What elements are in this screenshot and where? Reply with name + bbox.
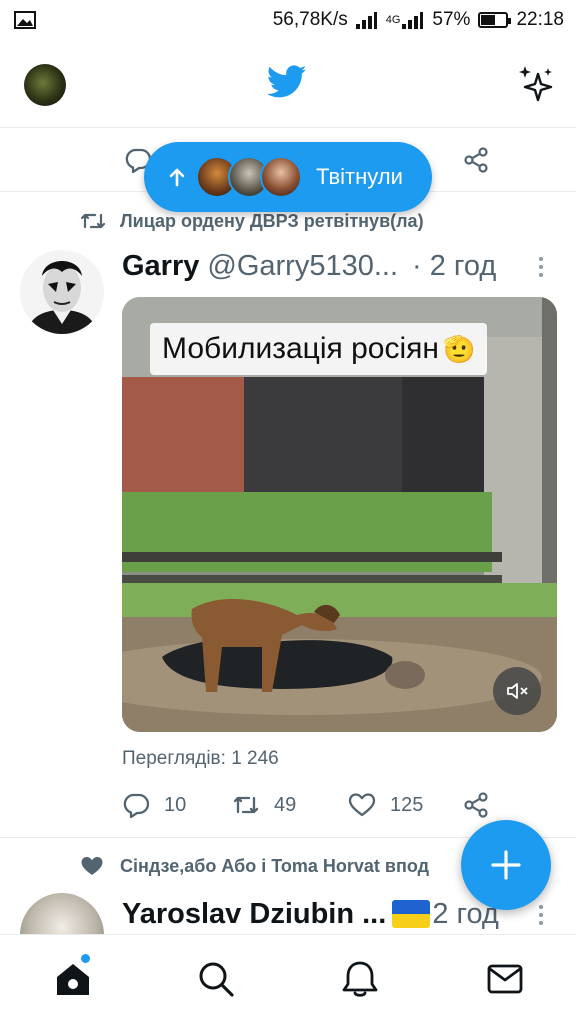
like-context-text: Сіндзе,або Або і Toma Horvat впод	[120, 855, 430, 876]
tweet-actions: 10 49 125	[122, 790, 562, 820]
heart-filled-icon	[81, 857, 103, 875]
mute-button[interactable]	[493, 667, 541, 715]
messages-envelope-icon[interactable]	[485, 959, 525, 999]
signal-4g-icon	[402, 12, 424, 29]
retweet-count: 49	[274, 793, 297, 816]
volume-muted-icon	[507, 683, 528, 699]
tweet-author-avatar[interactable]	[20, 250, 104, 334]
network-type: 4G	[385, 14, 401, 26]
tweet2-author-name[interactable]: Yaroslav Dziubin ...	[122, 898, 386, 931]
notifications-bell-icon[interactable]	[340, 959, 380, 999]
share-button[interactable]	[462, 790, 504, 820]
profile-avatar[interactable]	[24, 64, 66, 106]
compose-tweet-button[interactable]	[461, 820, 551, 910]
reply-icon	[123, 793, 150, 819]
sparkle-icon[interactable]	[516, 64, 556, 104]
battery-percent: 57%	[432, 9, 471, 30]
heart-icon	[348, 793, 376, 817]
battery-icon	[478, 12, 512, 28]
reply-count: 10	[164, 793, 187, 816]
tweet-video[interactable]: Мобилизація росіян 🫡	[122, 297, 557, 732]
new-tweets-pill[interactable]: Твітнули	[144, 142, 432, 212]
like-button[interactable]: 125	[348, 790, 423, 820]
reply-button[interactable]: 10	[122, 790, 186, 820]
twitter-bird-icon[interactable]	[267, 64, 307, 100]
network-speed: 56,78K/s	[272, 9, 348, 30]
retweet-context-text: Лицар ордену ДВРЗ ретвітнув(ла)	[120, 210, 424, 231]
more-options-icon[interactable]	[536, 904, 546, 926]
ukraine-flag-emoji	[392, 900, 431, 928]
clock: 22:18	[516, 9, 564, 30]
author-handle[interactable]: @Garry5130...	[207, 250, 398, 283]
share-icon	[464, 792, 488, 818]
status-bar: 56,78K/s 4G 57% 22:18	[0, 0, 576, 40]
retweet-button[interactable]: 49	[232, 790, 296, 820]
video-caption-text: Мобилизація росіян	[162, 332, 439, 365]
gallery-notification-icon	[14, 11, 36, 29]
author-face-image	[20, 250, 104, 334]
new-tweets-label: Твітнули	[316, 164, 403, 189]
retweet-icon	[80, 213, 106, 229]
tweet-time: · 2 год	[412, 249, 497, 282]
home-unread-dot	[81, 954, 90, 963]
bottom-navigation	[0, 934, 576, 1024]
battery-fill	[481, 15, 496, 25]
tweet-header: Garry @Garry5130... · 2 год	[122, 246, 562, 286]
like-count: 125	[390, 793, 424, 816]
share-icon[interactable]	[462, 146, 490, 174]
plus-icon	[491, 850, 521, 880]
view-count: Переглядів: 1 246	[122, 748, 279, 769]
home-icon[interactable]	[53, 959, 93, 999]
retweet-icon	[233, 796, 259, 814]
arrow-up-icon	[169, 168, 185, 187]
more-options-icon[interactable]	[536, 256, 546, 278]
top-app-bar	[0, 40, 576, 128]
salute-emoji: 🫡	[442, 333, 476, 364]
tweeter-avatar	[260, 156, 302, 198]
video-caption: Мобилизація росіян 🫡	[150, 323, 488, 375]
signal-icon	[355, 12, 377, 29]
like-context[interactable]: Сіндзе,або Або і Toma Horvat впод	[80, 851, 429, 881]
search-icon[interactable]	[196, 959, 236, 999]
author-name[interactable]: Garry	[122, 250, 199, 283]
